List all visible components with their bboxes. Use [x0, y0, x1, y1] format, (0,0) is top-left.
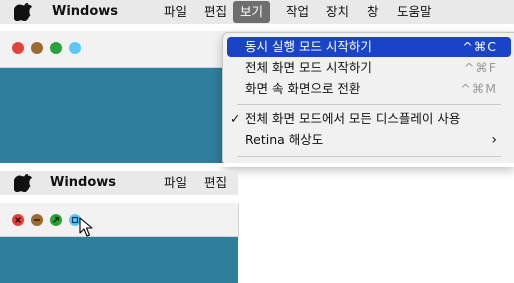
window-content-bottom: [0, 237, 238, 283]
minimize-icon[interactable]: [31, 214, 43, 226]
apple-icon[interactable]: [14, 174, 34, 192]
view-dropdown-menu: 동시 실행 모드 시작하기 ^⌘C 전체 화면 모드 시작하기 ^⌘F 화면 속…: [222, 32, 514, 166]
shortcut-label: ^⌘F: [463, 60, 497, 75]
panel-divider: [0, 163, 514, 167]
menu-item-retina[interactable]: Retina 해상도 ›: [227, 130, 511, 150]
menu-item-all-displays[interactable]: ✓ 전체 화면 모드에서 모든 디스플레이 사용: [227, 109, 511, 129]
app-name[interactable]: Windows: [50, 175, 116, 190]
minimize-button[interactable]: [31, 42, 43, 54]
menu-item-label: 전체 화면 모드 시작하기: [245, 60, 372, 75]
menu-item-picture-in-picture[interactable]: 화면 속 화면으로 전환 ^⌘M: [227, 79, 511, 99]
zoom-button[interactable]: [50, 42, 62, 54]
app-name[interactable]: Windows: [52, 4, 118, 19]
menu-help[interactable]: 도움말: [390, 0, 439, 24]
mouse-cursor-icon: [79, 217, 93, 237]
shortcut-label: ^⌘C: [462, 39, 497, 54]
menu-item-fullscreen[interactable]: 전체 화면 모드 시작하기 ^⌘F: [227, 58, 511, 78]
menu-item-label: 전체 화면 모드에서 모든 디스플레이 사용: [245, 111, 461, 126]
menu-window[interactable]: 창: [360, 0, 386, 24]
menu-edit[interactable]: 편집: [197, 0, 234, 24]
menu-item-coherence[interactable]: 동시 실행 모드 시작하기 ^⌘C: [227, 37, 511, 57]
menu-edit[interactable]: 편집: [197, 171, 234, 195]
menu-item-label: 동시 실행 모드 시작하기: [245, 39, 372, 54]
close-button[interactable]: [12, 42, 24, 54]
close-icon[interactable]: [12, 214, 24, 226]
menu-item-label: 화면 속 화면으로 전환: [245, 81, 361, 96]
menu-devices[interactable]: 장치: [319, 0, 356, 24]
menu-view[interactable]: 보기: [233, 1, 271, 23]
menu-file[interactable]: 파일: [157, 171, 194, 195]
window-titlebar-bottom: [0, 203, 239, 237]
shortcut-label: ^⌘M: [460, 81, 497, 96]
chevron-right-icon: ›: [491, 132, 497, 148]
apple-icon[interactable]: [14, 3, 34, 21]
menu-separator: [237, 156, 501, 157]
menu-bar-bottom: Windows 파일 편집: [0, 171, 238, 195]
menu-file[interactable]: 파일: [157, 0, 194, 24]
checkmark-icon: ✓: [230, 111, 241, 126]
menu-separator: [237, 104, 501, 105]
menu-actions[interactable]: 작업: [279, 0, 316, 24]
menu-bar-top: Windows 파일 편집 보기 작업 장치 창 도움말: [0, 0, 514, 24]
menu-item-label: Retina 해상도: [245, 132, 324, 147]
zoom-icon[interactable]: [50, 214, 62, 226]
extra-button[interactable]: [69, 42, 81, 54]
